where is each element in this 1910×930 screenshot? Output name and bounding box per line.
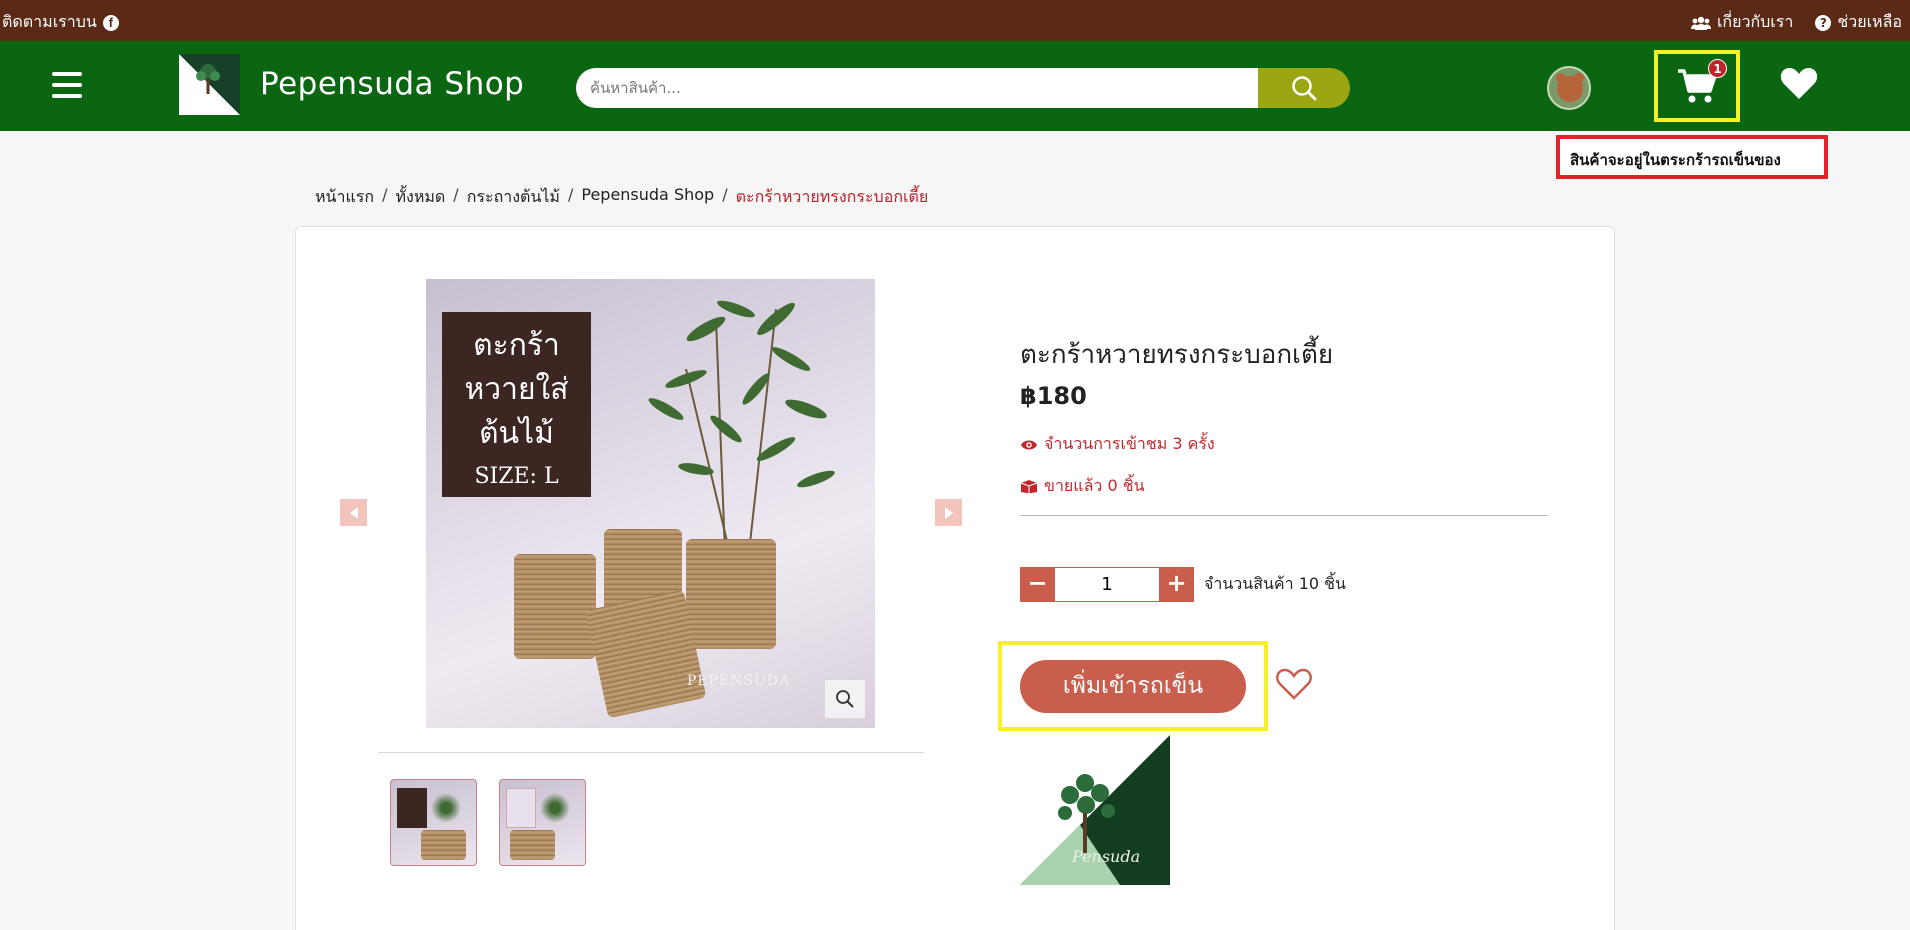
main-header: Pepensuda Shop 1 — [0, 41, 1910, 131]
follow-text: ติดตามเราบน — [2, 12, 97, 31]
brand-name[interactable]: Pepensuda Shop — [260, 66, 524, 102]
help-link[interactable]: ? ช่วยเหลือ — [1815, 10, 1902, 35]
breadcrumb-separator: / — [453, 185, 459, 204]
help-text: ช่วยเหลือ — [1837, 12, 1902, 31]
breadcrumb-separator: / — [722, 185, 728, 204]
image-watermark: PEPENSUDA — [687, 673, 791, 689]
box-icon — [1020, 480, 1038, 494]
shop-logo-text: Pensuda — [1071, 847, 1140, 866]
image-label-line: ต้นไม้ — [479, 416, 554, 451]
image-size-label: SIZE: L — [474, 464, 559, 489]
zoom-icon — [836, 690, 854, 708]
quantity-input[interactable] — [1055, 567, 1159, 602]
heart-icon — [1780, 68, 1818, 99]
thumbnail-2[interactable] — [499, 779, 586, 866]
top-bar: ติดตามเราบน f เกี่ยวกับเรา ? ช่วยเหลือ — [0, 0, 1910, 41]
chevron-right-icon — [944, 506, 953, 519]
quantity-increase-button[interactable]: + — [1159, 567, 1194, 602]
shop-logo-image: Pensuda — [1020, 735, 1170, 885]
breadcrumb-home[interactable]: หน้าแรก — [315, 185, 374, 210]
shop-logo-small[interactable] — [179, 54, 240, 115]
breadcrumb: หน้าแรก / ทั้งหมด / กระถางต้นไม้ / Pepen… — [315, 185, 928, 210]
next-image-button[interactable] — [935, 499, 962, 526]
cart-button[interactable]: 1 — [1654, 50, 1740, 122]
basket-3 — [686, 539, 776, 649]
search-icon — [1292, 76, 1317, 101]
image-label: ตะกร้า หวายใส่ ต้นไม้ SIZE: L — [442, 312, 591, 497]
sold-count-text: ขายแล้ว 0 ชิ้น — [1044, 476, 1145, 495]
hamburger-icon[interactable] — [52, 72, 82, 98]
add-to-cart-button[interactable]: เพิ่มเข้ารถเข็น — [1020, 660, 1246, 713]
avatar[interactable] — [1547, 66, 1591, 110]
wishlist-button[interactable] — [1780, 66, 1818, 104]
follow-us[interactable]: ติดตามเราบน f — [2, 10, 119, 35]
facebook-icon[interactable]: f — [102, 14, 119, 31]
search-input[interactable] — [576, 68, 1258, 108]
basket-1 — [514, 554, 596, 659]
breadcrumb-current: ตะกร้าหวายทรงกระบอกเตี้ย — [735, 187, 929, 206]
eye-icon — [1021, 440, 1037, 449]
breadcrumb-shop[interactable]: Pepensuda Shop — [581, 185, 714, 210]
quantity-stepper: − + จำนวนสินค้า 10 ชิ้น — [1020, 567, 1346, 602]
divider — [1020, 515, 1548, 516]
about-text: เกี่ยวกับเรา — [1716, 12, 1794, 31]
product-main-image: ตะกร้า หวายใส่ ต้นไม้ SIZE: L PEPENSUDA — [426, 279, 875, 728]
cart-count-badge: 1 — [1708, 59, 1727, 78]
help-icon: ? — [1815, 14, 1832, 31]
zoom-button[interactable] — [825, 680, 865, 718]
divider — [378, 752, 924, 753]
sold-count: ขายแล้ว 0 ชิ้น — [1020, 474, 1145, 499]
product-price: ฿180 — [1020, 382, 1087, 410]
quantity-decrease-button[interactable]: − — [1020, 567, 1055, 602]
about-link[interactable]: เกี่ยวกับเรา — [1690, 10, 1794, 35]
breadcrumb-all[interactable]: ทั้งหมด — [395, 185, 445, 210]
view-count-text: จำนวนการเข้าชม 3 ครั้ง — [1044, 434, 1215, 453]
thumbnail-1[interactable] — [390, 779, 477, 866]
stock-text: จำนวนสินค้า 10 ชิ้น — [1204, 574, 1346, 593]
cart-tooltip: สินค้าจะอยู่ในตระกร้ารถเข็นของ — [1556, 135, 1828, 179]
heart-outline-icon — [1276, 668, 1312, 700]
shop-logo[interactable]: Pensuda — [1020, 735, 1170, 885]
users-icon — [1690, 16, 1711, 30]
breadcrumb-category[interactable]: กระถางต้นไม้ — [467, 185, 560, 210]
tree-icon — [196, 64, 220, 94]
breadcrumb-separator: / — [382, 185, 388, 204]
image-label-line: หวายใส่ — [464, 372, 569, 407]
add-to-wishlist-button[interactable] — [1275, 667, 1313, 705]
image-label-line: ตะกร้า — [473, 328, 560, 363]
product-title: ตะกร้าหวายทรงกระบอกเตี้ย — [1020, 340, 1334, 370]
search-button[interactable] — [1258, 68, 1350, 108]
search-bar — [576, 68, 1350, 108]
view-count: จำนวนการเข้าชม 3 ครั้ง — [1020, 432, 1215, 457]
prev-image-button[interactable] — [340, 499, 367, 526]
chevron-left-icon — [349, 506, 358, 519]
breadcrumb-separator: / — [567, 185, 574, 204]
